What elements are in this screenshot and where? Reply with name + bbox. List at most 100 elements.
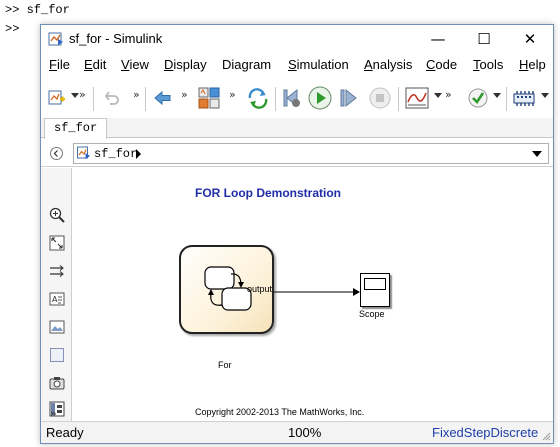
scope-screen-icon [364, 278, 386, 290]
menu-code[interactable]: Code [426, 57, 457, 72]
back-button[interactable] [151, 85, 175, 111]
menu-tools-label: ools [479, 57, 504, 72]
annotation-button[interactable]: A [48, 290, 65, 307]
menu-analysis[interactable]: Analysis [364, 57, 412, 72]
update-diagram-button[interactable] [245, 85, 271, 111]
model-tab-strip: sf_for [41, 118, 553, 139]
zoom-level: 100% [288, 425, 322, 440]
undo-icon [104, 91, 119, 105]
simulink-model-icon [48, 32, 63, 46]
simulation-data-inspector-button[interactable] [404, 85, 430, 111]
scope-block-name[interactable]: Scope [359, 309, 385, 319]
toolbar-separator [506, 87, 507, 111]
new-model-dropdown[interactable] [71, 93, 79, 98]
status-text: Ready [46, 425, 84, 440]
area-button[interactable] [48, 346, 65, 363]
menu-simulation[interactable]: Simulation [288, 57, 349, 72]
status-bar: Ready 100% FixedStepDiscrete [41, 421, 553, 443]
model-path-breadcrumb[interactable]: sf_for [73, 143, 549, 164]
minimize-button[interactable]: — [415, 27, 461, 51]
hide-explorer-button[interactable] [50, 147, 63, 160]
menu-analysis-access-key: A [364, 57, 373, 72]
route-lines-button[interactable] [48, 262, 65, 279]
menu-help[interactable]: Help [519, 57, 546, 72]
menu-tools[interactable]: Tools [473, 57, 503, 72]
copyright-annotation[interactable]: Copyright 2002-2013 The MathWorks, Inc. [195, 407, 364, 417]
svg-text:A: A [52, 295, 58, 304]
image-icon [49, 320, 64, 333]
toolbar-overflow-5[interactable]: » [445, 88, 452, 101]
menu-display-access-key: D [164, 57, 174, 72]
new-model-button[interactable] [45, 85, 69, 111]
build-icon [513, 91, 535, 106]
toolbar-separator [145, 87, 146, 111]
step-forward-icon [340, 88, 357, 108]
breadcrumb-separator-arrow[interactable] [136, 149, 141, 159]
model-advisor-button[interactable] [466, 85, 490, 111]
chart-output-port-label: output [247, 284, 273, 294]
toolbar-overflow-3[interactable]: » [181, 88, 188, 101]
arrow-left-icon [154, 90, 171, 106]
chevron-left-icon [53, 150, 58, 157]
menu-analysis-label: nalysis [372, 57, 413, 72]
menu-simulation-label: imulation [296, 57, 349, 72]
diagram-title-annotation[interactable]: FOR Loop Demonstration [195, 186, 341, 200]
toolbar-overflow-2[interactable]: » [133, 88, 140, 101]
play-icon [308, 86, 332, 110]
step-back-button[interactable] [280, 85, 304, 111]
menu-bar: File Edit View Display Diagram Simulatio… [41, 55, 553, 75]
menu-file[interactable]: File [49, 57, 70, 72]
undo-button[interactable] [101, 85, 125, 111]
build-button[interactable] [512, 85, 536, 111]
area-icon [49, 347, 64, 362]
zoom-button[interactable] [48, 206, 65, 223]
scope-block[interactable] [360, 273, 390, 307]
model-canvas[interactable]: FOR Loop Demonstration output For Scope … [73, 168, 553, 421]
route-lines-icon [49, 264, 64, 277]
zoom-icon [49, 207, 65, 223]
tab-sf-for[interactable]: sf_for [44, 118, 108, 139]
stop-icon [369, 87, 391, 109]
menu-file-access-key: F [49, 57, 57, 72]
model-advisor-dropdown[interactable] [493, 93, 501, 98]
menu-help-access-key: H [519, 57, 529, 72]
chart-block-name[interactable]: For [218, 360, 232, 370]
breadcrumb-model-name[interactable]: sf_for [94, 147, 137, 161]
menu-view-label: iew [129, 57, 149, 72]
breadcrumb-dropdown[interactable] [532, 151, 542, 157]
menu-view[interactable]: View [121, 57, 149, 72]
build-dropdown[interactable] [541, 93, 549, 98]
command-prompt[interactable]: >> [5, 22, 19, 36]
step-forward-button[interactable] [337, 85, 361, 111]
menu-edit-label: dit [92, 57, 107, 72]
stateflow-chart-block[interactable]: output [179, 245, 274, 334]
fit-to-view-icon [49, 235, 64, 250]
menu-display[interactable]: Display [164, 57, 207, 72]
screenshot-button[interactable] [48, 374, 65, 391]
canvas-palette: A » [41, 168, 72, 421]
menu-display-label: isplay [173, 57, 207, 72]
menu-code-label: ode [435, 57, 458, 72]
simulink-window: sf_for - Simulink — ☐ ✕ File Edit View D… [40, 24, 554, 444]
command-line-1: >> sf_for [5, 3, 70, 17]
toolbar-overflow-4[interactable]: » [229, 88, 236, 101]
maximize-button[interactable]: ☐ [461, 27, 507, 51]
library-browser-icon [198, 87, 220, 109]
title-bar[interactable]: sf_for - Simulink — ☐ ✕ [41, 25, 553, 52]
new-model-icon [48, 90, 65, 105]
fit-to-view-button[interactable] [48, 234, 65, 251]
toolbar-overflow-1[interactable]: » [79, 88, 86, 101]
resize-grip-icon[interactable] [541, 431, 551, 441]
menu-diagram[interactable]: Diagram [222, 57, 271, 72]
stop-button[interactable] [368, 85, 392, 111]
run-button[interactable] [307, 85, 333, 111]
image-button[interactable] [48, 318, 65, 335]
solver-link[interactable]: FixedStepDiscrete [432, 425, 538, 440]
toolbar-separator [398, 87, 399, 111]
close-button[interactable]: ✕ [507, 27, 553, 51]
palette-overflow[interactable]: » [50, 407, 57, 420]
window-title: sf_for - Simulink [69, 31, 163, 46]
data-inspector-dropdown[interactable] [434, 93, 442, 98]
library-browser-button[interactable] [196, 85, 222, 111]
menu-edit[interactable]: Edit [84, 57, 106, 72]
